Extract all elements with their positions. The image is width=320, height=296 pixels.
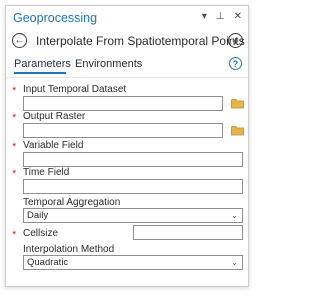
cellsize-label: Cellsize xyxy=(23,228,59,239)
help-icon[interactable]: ? xyxy=(229,57,242,70)
required-marker: * xyxy=(12,141,17,153)
temporal-aggregation-label: Temporal Aggregation xyxy=(23,197,121,208)
interpolation-method-label: Interpolation Method xyxy=(23,244,115,255)
chevron-down-icon: ⌄ xyxy=(231,211,238,220)
output-raster-field[interactable] xyxy=(23,123,223,138)
tab-divider xyxy=(6,77,248,78)
time-field-label: Time Field xyxy=(23,167,70,178)
tool-header: ← Interpolate From Spatiotemporal Points… xyxy=(6,32,248,52)
cellsize-input[interactable] xyxy=(133,225,243,240)
auto-hide-pin-icon[interactable]: ⊥ xyxy=(216,12,225,22)
variable-field-label: Variable Field xyxy=(23,140,84,151)
time-field-input[interactable] xyxy=(23,179,243,194)
input-temporal-dataset-label: Input Temporal Dataset xyxy=(23,84,127,95)
pane-controls: ▾ ⊥ ✕ xyxy=(202,12,242,22)
interpolation-method-select[interactable]: Quadratic ⌄ xyxy=(23,255,243,270)
browse-folder-icon[interactable] xyxy=(231,98,244,109)
required-marker: * xyxy=(12,168,17,180)
close-icon[interactable]: ✕ xyxy=(234,12,242,22)
pane-options-dropdown-icon[interactable]: ▾ xyxy=(202,12,207,22)
interpolation-method-value: Quadratic xyxy=(27,257,69,268)
pane-titlebar: Geoprocessing ▾ ⊥ ✕ xyxy=(6,6,248,28)
required-marker: * xyxy=(12,85,17,97)
temporal-aggregation-value: Daily xyxy=(27,210,49,221)
required-marker: * xyxy=(12,112,17,124)
tool-title: Interpolate From Spatiotemporal Points xyxy=(36,34,245,48)
required-marker: * xyxy=(12,229,17,241)
add-plus-icon[interactable]: + xyxy=(228,33,243,48)
variable-field-input[interactable] xyxy=(23,152,243,167)
chevron-down-icon: ⌄ xyxy=(231,258,238,267)
input-temporal-dataset-field[interactable] xyxy=(23,96,223,111)
output-raster-label: Output Raster xyxy=(23,111,86,122)
browse-folder-icon[interactable] xyxy=(231,125,244,136)
tool-tabs: Parameters Environments ? xyxy=(6,57,248,76)
pane-title: Geoprocessing xyxy=(13,11,98,25)
tab-environments[interactable]: Environments xyxy=(75,58,142,70)
temporal-aggregation-select[interactable]: Daily ⌄ xyxy=(23,208,243,223)
back-arrow-icon[interactable]: ← xyxy=(12,33,27,48)
geoprocessing-pane: Geoprocessing ▾ ⊥ ✕ ← Interpolate From S… xyxy=(5,5,249,287)
tab-parameters[interactable]: Parameters xyxy=(14,58,71,70)
active-tab-indicator xyxy=(14,72,66,74)
